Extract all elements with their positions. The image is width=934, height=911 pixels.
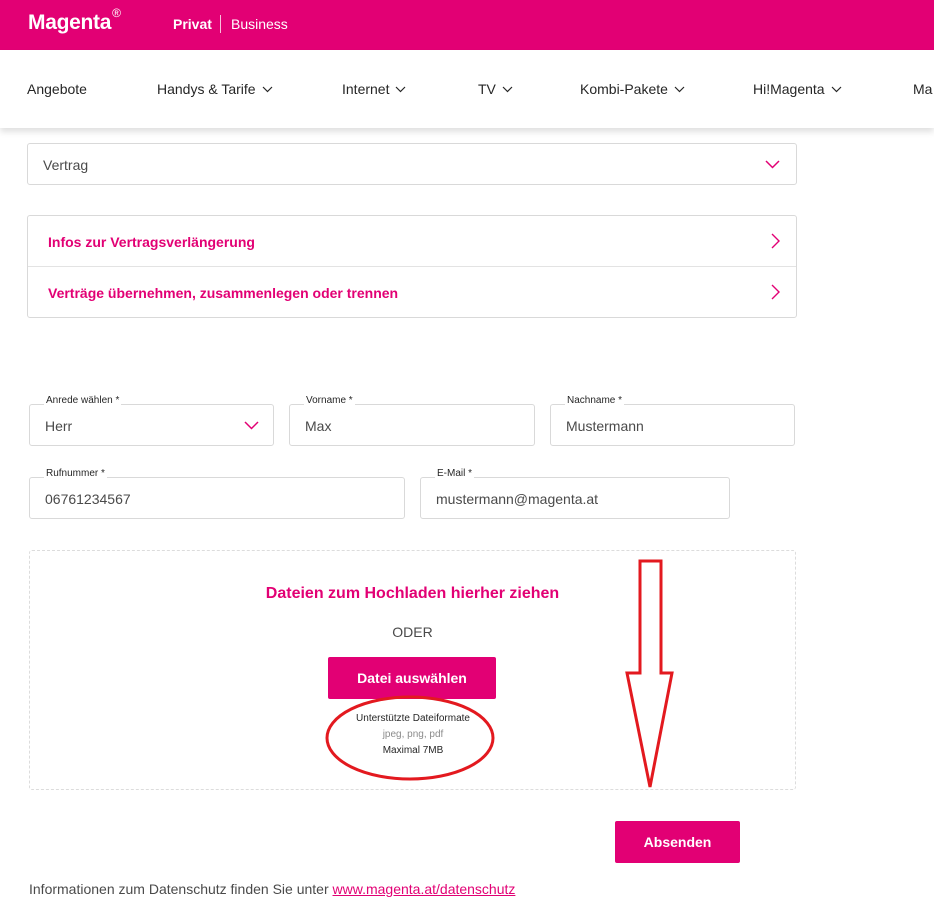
supported-formats-title: Unterstützte Dateiformate bbox=[356, 713, 470, 724]
topic-select-value: Vertrag bbox=[43, 157, 89, 173]
max-file-size: Maximal 7MB bbox=[382, 745, 444, 756]
main-navigation: Angebote Handys & Tarife Internet TV Kom… bbox=[0, 50, 934, 128]
chevron-down-icon bbox=[765, 160, 780, 169]
chevron-down-icon bbox=[502, 86, 513, 92]
chevron-down-icon bbox=[674, 86, 685, 92]
dropzone-title: Dateien zum Hochladen hierher ziehen bbox=[265, 585, 560, 602]
file-dropzone[interactable]: Dateien zum Hochladen hierher ziehen ODE… bbox=[29, 550, 796, 790]
topic-select[interactable]: Vertrag bbox=[27, 143, 797, 185]
registered-mark: ® bbox=[112, 6, 121, 20]
email-label: E-Mail * bbox=[435, 468, 475, 479]
last-name-field[interactable]: Nachname * Mustermann bbox=[550, 395, 795, 446]
chevron-down-icon bbox=[262, 86, 273, 92]
nav-item-handys-tarife[interactable]: Handys & Tarife bbox=[157, 81, 273, 97]
chevron-down-icon bbox=[244, 421, 259, 430]
first-name-label: Vorname * bbox=[304, 395, 355, 406]
privacy-notice: Informationen zum Datenschutz finden Sie… bbox=[29, 881, 515, 897]
last-name-value: Mustermann bbox=[566, 418, 644, 434]
link-label: Verträge übernehmen, zusammenlegen oder … bbox=[48, 285, 399, 301]
last-name-label: Nachname * bbox=[565, 395, 625, 406]
link-vertraege-uebernehmen[interactable]: Verträge übernehmen, zusammenlegen oder … bbox=[28, 267, 796, 318]
supported-formats-list: jpeg, png, pdf bbox=[382, 729, 444, 740]
chevron-right-icon bbox=[771, 233, 780, 249]
link-vertragsverlaengerung[interactable]: Infos zur Vertragsverlängerung bbox=[28, 216, 796, 267]
nav-item-himagenta[interactable]: Hi!Magenta bbox=[753, 81, 842, 97]
chevron-down-icon bbox=[831, 86, 842, 92]
phone-field[interactable]: Rufnummer * 06761234567 bbox=[29, 468, 405, 519]
segment-business[interactable]: Business bbox=[231, 16, 288, 32]
nav-item-angebote[interactable]: Angebote bbox=[27, 81, 87, 97]
nav-item-kombi-pakete[interactable]: Kombi-Pakete bbox=[580, 81, 685, 97]
email-field[interactable]: E-Mail * mustermann@magenta.at bbox=[420, 468, 730, 519]
phone-value: 06761234567 bbox=[45, 491, 131, 507]
phone-label: Rufnummer * bbox=[44, 468, 107, 479]
submit-button[interactable]: Absenden bbox=[615, 821, 740, 863]
dropzone-or: ODER bbox=[392, 624, 433, 640]
privacy-text: Informationen zum Datenschutz finden Sie… bbox=[29, 881, 329, 897]
salutation-value: Herr bbox=[45, 418, 73, 434]
salutation-label: Anrede wählen * bbox=[44, 395, 122, 406]
salutation-select[interactable]: Anrede wählen * Herr bbox=[29, 395, 274, 446]
choose-file-button[interactable]: Datei auswählen bbox=[328, 657, 496, 699]
top-bar: Magenta® Privat Business bbox=[0, 0, 934, 50]
nav-item-tv[interactable]: TV bbox=[478, 81, 513, 97]
email-value: mustermann@magenta.at bbox=[436, 491, 599, 507]
first-name-field[interactable]: Vorname * Max bbox=[289, 395, 535, 446]
magenta-logo[interactable]: Magenta® bbox=[28, 6, 121, 35]
nav-item-internet[interactable]: Internet bbox=[342, 81, 406, 97]
link-label: Infos zur Vertragsverlängerung bbox=[48, 234, 255, 250]
info-links-list: Infos zur Vertragsverlängerung Verträge … bbox=[27, 215, 797, 318]
chevron-down-icon bbox=[396, 86, 406, 92]
first-name-value: Max bbox=[305, 418, 332, 434]
privacy-link[interactable]: www.magenta.at/datenschutz bbox=[333, 881, 516, 897]
nav-item-truncated[interactable]: Ma bbox=[913, 81, 932, 97]
segment-divider bbox=[220, 15, 221, 33]
segment-privat[interactable]: Privat bbox=[173, 16, 212, 32]
chevron-right-icon bbox=[771, 284, 780, 300]
